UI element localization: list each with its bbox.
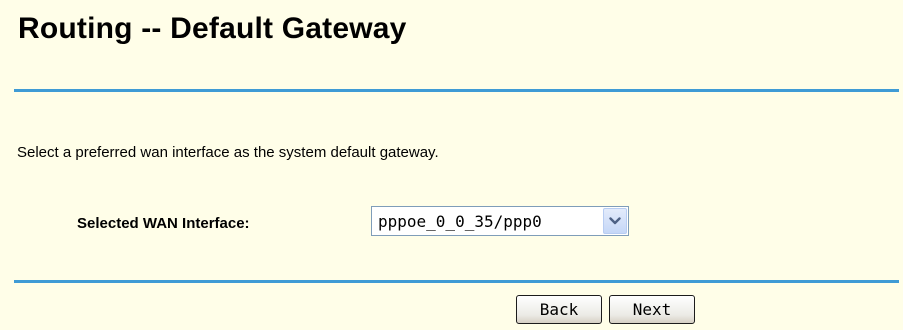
dropdown-arrow-button[interactable] xyxy=(603,208,627,234)
wan-interface-select[interactable]: pppoe_0_0_35/ppp0 xyxy=(371,206,629,236)
wan-interface-label: Selected WAN Interface: xyxy=(77,215,250,232)
chevron-down-icon xyxy=(609,217,621,225)
instruction-text: Select a preferred wan interface as the … xyxy=(17,144,439,161)
page-title: Routing -- Default Gateway xyxy=(18,12,407,45)
bottom-divider xyxy=(14,280,899,283)
next-button[interactable]: Next xyxy=(609,295,695,324)
top-divider xyxy=(14,89,899,92)
back-button[interactable]: Back xyxy=(516,295,602,324)
wan-interface-selected-value: pppoe_0_0_35/ppp0 xyxy=(378,212,542,231)
